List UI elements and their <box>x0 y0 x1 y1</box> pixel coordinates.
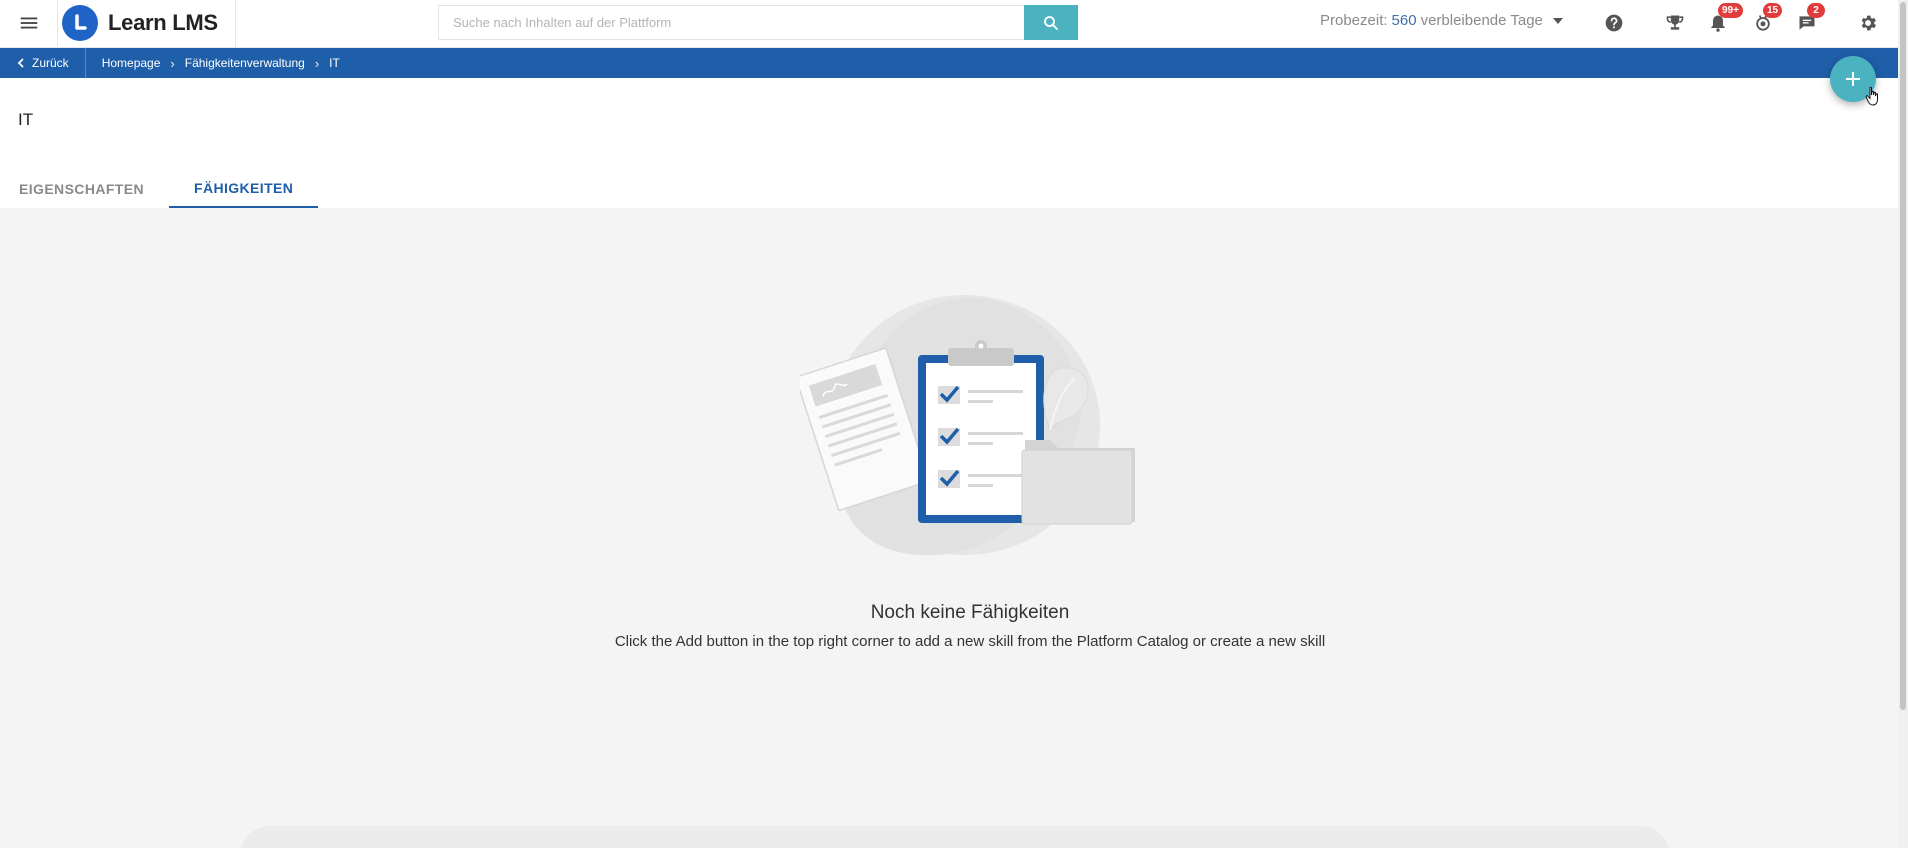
page-header: IT EIGENSCHAFTEN FÄHIGKEITEN <box>0 78 1898 208</box>
app-name: Learn LMS <box>108 10 218 35</box>
logo-mark-icon <box>62 5 98 41</box>
tab-bar: EIGENSCHAFTEN FÄHIGKEITEN <box>0 170 319 208</box>
gear-icon <box>1861 15 1876 31</box>
notifications-badge: 99+ <box>1718 3 1743 18</box>
tab-skills[interactable]: FÄHIGKEITEN <box>169 170 319 208</box>
notifications-button[interactable]: 99+ <box>1704 3 1743 36</box>
back-label: Zurück <box>32 56 69 70</box>
settings-button[interactable] <box>1854 10 1882 36</box>
search-bar <box>438 5 1078 40</box>
empty-state-title: Noch keine Fähigkeiten <box>870 602 1070 623</box>
breadcrumb-skill-management[interactable]: Fähigkeitenverwaltung <box>185 56 305 70</box>
decorative-bottom-panel <box>240 826 1670 848</box>
search-input[interactable] <box>438 5 1024 40</box>
empty-clipboard-illustration <box>800 295 1135 556</box>
chevron-right-icon: › <box>170 55 175 71</box>
plus-icon <box>1846 72 1860 86</box>
hamburger-menu-button[interactable] <box>0 0 58 46</box>
chevron-left-icon <box>17 58 24 68</box>
search-button[interactable] <box>1024 5 1078 40</box>
messages-button[interactable]: 2 <box>1793 3 1825 36</box>
chevron-right-icon: › <box>314 55 320 71</box>
trial-days: 560 <box>1391 12 1417 29</box>
messages-badge: 2 <box>1807 3 1825 18</box>
search-icon <box>1044 15 1058 30</box>
scrollbar-thumb[interactable] <box>1900 2 1906 710</box>
achievements-button[interactable] <box>1661 10 1689 36</box>
badges-badge: 15 <box>1763 3 1783 18</box>
breadcrumb-homepage[interactable]: Homepage <box>102 56 161 70</box>
caret-down-icon <box>1552 17 1563 24</box>
breadcrumb: Homepage › Fähigkeitenverwaltung › IT <box>86 56 340 71</box>
trophy-icon <box>1666 15 1684 30</box>
page-title: IT <box>18 110 34 129</box>
divider <box>235 0 236 48</box>
breadcrumb-current: IT <box>329 56 340 70</box>
badges-button[interactable]: 15 <box>1749 3 1783 36</box>
app-logo[interactable]: Learn LMS <box>62 5 218 41</box>
help-icon <box>1605 14 1623 32</box>
empty-state-text: Click the Add button in the top right co… <box>614 633 1326 650</box>
page-scrollbar[interactable] <box>1898 0 1908 848</box>
tab-properties[interactable]: EIGENSCHAFTEN <box>0 170 163 208</box>
help-button[interactable] <box>1600 10 1628 36</box>
trial-suffix: verbleibende Tage <box>1420 12 1543 29</box>
breadcrumb-bar: Zurück Homepage › Fähigkeitenverwaltung … <box>0 48 1898 78</box>
top-header: Learn LMS Probezeit: 560 verbleibende Ta… <box>0 0 1898 48</box>
hand-cursor-icon <box>1865 86 1878 106</box>
trial-dropdown[interactable]: Probezeit: 560 verbleibende Tage <box>1320 12 1563 29</box>
hamburger-icon <box>20 17 37 29</box>
trial-prefix: Probezeit: <box>1320 12 1388 29</box>
back-button[interactable]: Zurück <box>0 48 86 78</box>
